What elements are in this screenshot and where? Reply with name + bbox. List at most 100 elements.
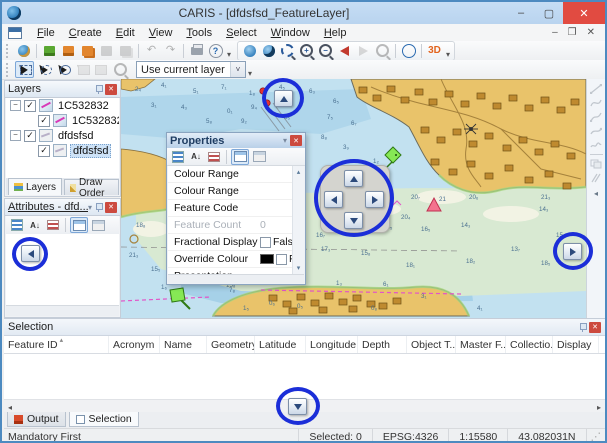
draw-line-icon[interactable] xyxy=(589,82,604,96)
tree-expander-icon[interactable]: − xyxy=(10,130,21,141)
column-header-feature-id[interactable]: Feature ID▴ xyxy=(4,336,109,353)
menu-item-file[interactable]: File xyxy=(30,25,62,41)
view-toolbar-overflow-icon[interactable]: ▾ xyxy=(446,50,450,60)
combo-dropdown-icon[interactable]: ˅ xyxy=(230,62,245,77)
layer-checkbox[interactable]: ✓ xyxy=(38,115,50,127)
layer-tree-item[interactable]: −✓dfdsfsd xyxy=(6,128,119,143)
property-checkbox[interactable] xyxy=(260,237,271,248)
tab-selection[interactable]: Selection xyxy=(69,412,139,427)
select-circle-icon[interactable] xyxy=(55,62,72,77)
scroll-down-icon[interactable]: ▾ xyxy=(297,264,301,272)
pin-icon[interactable] xyxy=(579,323,586,332)
scroll-right-icon[interactable]: ▸ xyxy=(597,403,601,412)
column-header-geometry[interactable]: Geometry xyxy=(207,336,255,353)
column-header-object-t-[interactable]: Object T... xyxy=(407,336,456,353)
help-icon[interactable]: ? xyxy=(207,43,224,58)
layers-close-icon[interactable]: ✕ xyxy=(105,84,117,95)
tab-layers[interactable]: Layers xyxy=(8,178,62,195)
zoom-selection-icon[interactable] xyxy=(374,43,391,58)
toolbar-overflow-icon[interactable]: ▾ xyxy=(248,69,252,79)
open-file-icon[interactable] xyxy=(41,43,58,58)
property-row[interactable]: Feature Code xyxy=(168,200,292,217)
select-lasso-icon[interactable] xyxy=(36,62,53,77)
layer-label[interactable]: 1C532832 xyxy=(70,115,119,127)
zoom-out-icon[interactable]: − xyxy=(317,43,334,58)
select-polygon-icon[interactable] xyxy=(74,62,91,77)
layer-checkbox[interactable]: ✓ xyxy=(24,100,36,112)
grid-view-icon[interactable] xyxy=(45,218,61,232)
toolbar-grip[interactable] xyxy=(6,44,11,58)
redo-icon[interactable]: ↷ xyxy=(162,43,179,58)
scroll-up-icon[interactable]: ▴ xyxy=(297,168,301,176)
zoom-next-icon[interactable] xyxy=(355,43,372,58)
column-header-latitude[interactable]: Latitude xyxy=(255,336,306,353)
open-layer-icon[interactable] xyxy=(60,43,77,58)
tab-output[interactable]: Output xyxy=(7,412,66,427)
color-swatch-icon[interactable] xyxy=(260,254,274,264)
menu-item-view[interactable]: View xyxy=(142,25,180,41)
column-header-longitude[interactable]: Longitude xyxy=(306,336,358,353)
draw-curve-icon[interactable] xyxy=(589,96,604,110)
selection-close-icon[interactable]: ✕ xyxy=(589,322,601,333)
properties-close-icon[interactable]: ✕ xyxy=(290,135,302,146)
column-header-display[interactable]: Display xyxy=(553,336,599,353)
layer-label[interactable]: dfdsfsd xyxy=(56,130,95,142)
undo-icon[interactable]: ↶ xyxy=(143,43,160,58)
resize-grip[interactable]: ⋰ xyxy=(586,429,606,443)
draw-freehand-icon[interactable] xyxy=(589,138,604,152)
mdi-document-icon[interactable] xyxy=(8,27,22,39)
attributes-close-icon[interactable]: ✕ xyxy=(105,202,117,213)
world-grid-icon[interactable] xyxy=(400,43,417,58)
toolbar-grip[interactable] xyxy=(6,63,11,77)
column-header-depth[interactable]: Depth xyxy=(358,336,407,353)
pane-layout-icon[interactable] xyxy=(70,217,88,233)
title-bar[interactable]: CARIS - [dfdsfsd_FeatureLayer] – ▢ ✕ xyxy=(2,2,605,24)
mdi-restore-button[interactable]: ❐ xyxy=(568,27,577,38)
chevron-down-icon[interactable]: ▾ xyxy=(283,136,287,145)
zoom-previous-icon[interactable] xyxy=(336,43,353,58)
property-row[interactable]: Colour Range xyxy=(168,183,292,200)
minimize-button[interactable]: – xyxy=(507,3,535,23)
properties-header[interactable]: Properties ▾ ✕ xyxy=(167,133,305,148)
draw-bezier-icon[interactable] xyxy=(589,124,604,138)
menu-item-edit[interactable]: Edit xyxy=(109,25,142,41)
layer-tree-item[interactable]: ✓dfdsfsd xyxy=(6,143,119,158)
layer-checkbox[interactable]: ✓ xyxy=(38,145,50,157)
sort-az-icon[interactable]: A↓ xyxy=(188,150,204,164)
select-zoom-icon[interactable] xyxy=(112,62,129,77)
tree-expander-icon[interactable]: − xyxy=(10,100,21,111)
menu-item-window[interactable]: Window xyxy=(264,25,317,41)
draw-spline-icon[interactable] xyxy=(589,110,604,124)
select-rectangle-icon[interactable] xyxy=(15,61,34,78)
zoom-area-icon[interactable] xyxy=(279,43,296,58)
close-button[interactable]: ✕ xyxy=(563,2,605,24)
property-row[interactable]: Colour Range xyxy=(168,166,292,183)
toolbar-overflow-icon[interactable]: ▾ xyxy=(227,50,231,60)
open-recent-icon[interactable] xyxy=(79,43,96,58)
layer-select-combobox[interactable]: Use current layer ˅ xyxy=(136,61,246,78)
menu-item-tools[interactable]: Tools xyxy=(179,25,219,41)
save-icon[interactable] xyxy=(98,43,115,58)
zoom-in-icon[interactable]: + xyxy=(298,43,315,58)
categorized-view-icon[interactable] xyxy=(170,150,186,164)
column-header-collectio-[interactable]: Collectio... xyxy=(506,336,553,353)
chevron-down-icon[interactable]: ▾ xyxy=(88,203,92,212)
pane-layout-icon[interactable] xyxy=(231,149,249,165)
3d-view-icon[interactable]: 3D xyxy=(426,43,443,58)
new-document-icon[interactable] xyxy=(15,43,32,58)
mdi-close-button[interactable]: ✕ xyxy=(587,27,595,38)
scroll-left-icon[interactable]: ◂ xyxy=(8,403,12,412)
menu-item-select[interactable]: Select xyxy=(219,25,264,41)
parallel-lines-icon[interactable] xyxy=(589,171,604,185)
toolbar-collapse-icon[interactable]: ◂ xyxy=(594,189,598,198)
zoom-window-icon[interactable] xyxy=(260,43,277,58)
layers-panel-header[interactable]: Layers ✕ xyxy=(5,81,120,98)
pin-icon[interactable] xyxy=(95,85,102,94)
pin-icon[interactable] xyxy=(95,203,102,212)
categorized-view-icon[interactable] xyxy=(9,218,25,232)
column-header-master-f-[interactable]: Master F... xyxy=(456,336,506,353)
column-header-name[interactable]: Name xyxy=(160,336,207,353)
pane-layout-alt-icon[interactable] xyxy=(251,150,267,164)
menu-item-create[interactable]: Create xyxy=(62,25,109,41)
mdi-minimize-button[interactable]: – xyxy=(552,27,558,38)
